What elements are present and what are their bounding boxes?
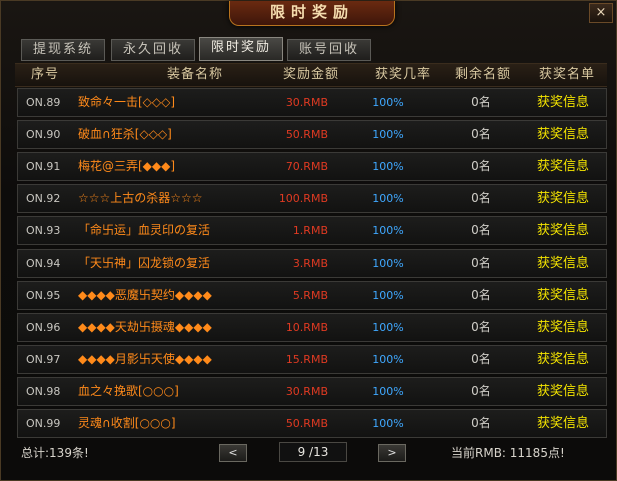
remaining-slots: 0名: [471, 256, 491, 270]
row-number: ON.93: [26, 224, 61, 237]
remaining-slots: 0名: [471, 159, 491, 173]
win-rate: 100%: [372, 128, 404, 141]
winners-link[interactable]: 获奖信息: [523, 346, 603, 373]
header-rate: 获奖几率: [374, 67, 431, 82]
row-number: ON.90: [26, 128, 61, 141]
reward-amount: 1.RMB: [292, 224, 328, 237]
win-rate: 100%: [372, 96, 404, 109]
table-row: ON.96 ◆◆◆◆天劫卐摄魂◆◆◆◆ 10.RMB 100% 0名 获奖信息: [17, 313, 607, 342]
reward-amount: 70.RMB: [285, 160, 328, 173]
close-icon: ×: [595, 5, 607, 20]
reward-amount: 50.RMB: [285, 417, 328, 430]
reward-amount: 5.RMB: [292, 289, 328, 302]
winners-link[interactable]: 获奖信息: [523, 153, 603, 180]
row-number: ON.94: [26, 257, 61, 270]
table-row: ON.93 「命卐运」血灵印の复活 1.RMB 100% 0名 获奖信息: [17, 216, 607, 245]
chevron-right-icon: >: [387, 446, 397, 459]
tab-limited-reward[interactable]: 限时奖励: [199, 37, 283, 61]
row-number: ON.98: [26, 385, 61, 398]
next-page-button[interactable]: >: [378, 444, 406, 462]
chevron-left-icon: <: [228, 446, 238, 459]
remaining-slots: 0名: [471, 384, 491, 398]
row-number: ON.91: [26, 160, 61, 173]
prev-page-button[interactable]: <: [219, 444, 247, 462]
win-rate: 100%: [372, 353, 404, 366]
row-number: ON.97: [26, 353, 61, 366]
total-count: 总计:139条!: [21, 446, 89, 460]
remaining-slots: 0名: [471, 223, 491, 237]
table-row: ON.97 ◆◆◆◆月影卐天使◆◆◆◆ 15.RMB 100% 0名 获奖信息: [17, 345, 607, 374]
remaining-slots: 0名: [471, 191, 491, 205]
current-rmb: 当前RMB: 11185点!: [451, 446, 565, 460]
remaining-slots: 0名: [471, 288, 491, 302]
win-rate: 100%: [372, 321, 404, 334]
remaining-slots: 0名: [471, 352, 491, 366]
win-rate: 100%: [372, 160, 404, 173]
tab-permanent-recycle[interactable]: 永久回收: [111, 39, 195, 61]
reward-window: 限时奖励 × 提现系统 永久回收 限时奖励 账号回收 序号 装备名称 奖励金额 …: [0, 0, 617, 481]
winners-link[interactable]: 获奖信息: [523, 378, 603, 405]
win-rate: 100%: [372, 289, 404, 302]
header-winners: 获奖名单: [538, 67, 595, 82]
row-number: ON.99: [26, 417, 61, 430]
reward-amount: 3.RMB: [292, 257, 328, 270]
winners-link[interactable]: 获奖信息: [523, 282, 603, 309]
table-row: ON.90 破血∩狂杀[◇◇◇] 50.RMB 100% 0名 获奖信息: [17, 120, 607, 149]
table-row: ON.94 「天卐神」囚龙锁の复活 3.RMB 100% 0名 获奖信息: [17, 249, 607, 278]
reward-amount: 50.RMB: [285, 128, 328, 141]
table-row: ON.95 ◆◆◆◆恶魔卐契约◆◆◆◆ 5.RMB 100% 0名 获奖信息: [17, 281, 607, 310]
table-row: ON.89 致命々一击[◇◇◇] 30.RMB 100% 0名 获奖信息: [17, 88, 607, 117]
winners-link[interactable]: 获奖信息: [523, 89, 603, 116]
header-remaining: 剩余名额: [454, 67, 511, 82]
row-number: ON.95: [26, 289, 61, 302]
win-rate: 100%: [372, 224, 404, 237]
table-row: ON.99 灵魂∩收割[○○○] 50.RMB 100% 0名 获奖信息: [17, 409, 607, 438]
win-rate: 100%: [372, 417, 404, 430]
reward-amount: 30.RMB: [285, 385, 328, 398]
row-number: ON.92: [26, 192, 61, 205]
winners-link[interactable]: 获奖信息: [523, 217, 603, 244]
remaining-slots: 0名: [471, 320, 491, 334]
reward-amount: 15.RMB: [285, 353, 328, 366]
window-title: 限时奖励: [229, 1, 395, 26]
table-row: ON.92 ☆☆☆上古の杀器☆☆☆ 100.RMB 100% 0名 获奖信息: [17, 184, 607, 213]
header-amount: 奖励金额: [282, 67, 339, 82]
tab-withdraw[interactable]: 提现系统: [21, 39, 105, 61]
win-rate: 100%: [372, 257, 404, 270]
remaining-slots: 0名: [471, 416, 491, 430]
remaining-slots: 0名: [471, 127, 491, 141]
winners-link[interactable]: 获奖信息: [523, 250, 603, 277]
close-button[interactable]: ×: [589, 3, 613, 23]
win-rate: 100%: [372, 385, 404, 398]
tab-account-recycle[interactable]: 账号回收: [287, 39, 371, 61]
win-rate: 100%: [372, 192, 404, 205]
page-indicator: 9 /13: [279, 442, 347, 462]
reward-amount: 30.RMB: [285, 96, 328, 109]
reward-amount: 100.RMB: [278, 192, 328, 205]
header-no: 序号: [30, 67, 59, 82]
row-number: ON.89: [26, 96, 61, 109]
table-row: ON.98 血之々挽歌[○○○] 30.RMB 100% 0名 获奖信息: [17, 377, 607, 406]
remaining-slots: 0名: [471, 95, 491, 109]
table-row: ON.91 梅花@三弄[◆◆◆] 70.RMB 100% 0名 获奖信息: [17, 152, 607, 181]
row-number: ON.96: [26, 321, 61, 334]
header-item-name: 装备名称: [166, 67, 223, 82]
winners-link[interactable]: 获奖信息: [523, 410, 603, 437]
winners-link[interactable]: 获奖信息: [523, 121, 603, 148]
reward-amount: 10.RMB: [285, 321, 328, 334]
winners-link[interactable]: 获奖信息: [523, 314, 603, 341]
table-header: 序号 装备名称 奖励金额 获奖几率 剩余名额 获奖名单: [15, 63, 607, 87]
winners-link[interactable]: 获奖信息: [523, 185, 603, 212]
